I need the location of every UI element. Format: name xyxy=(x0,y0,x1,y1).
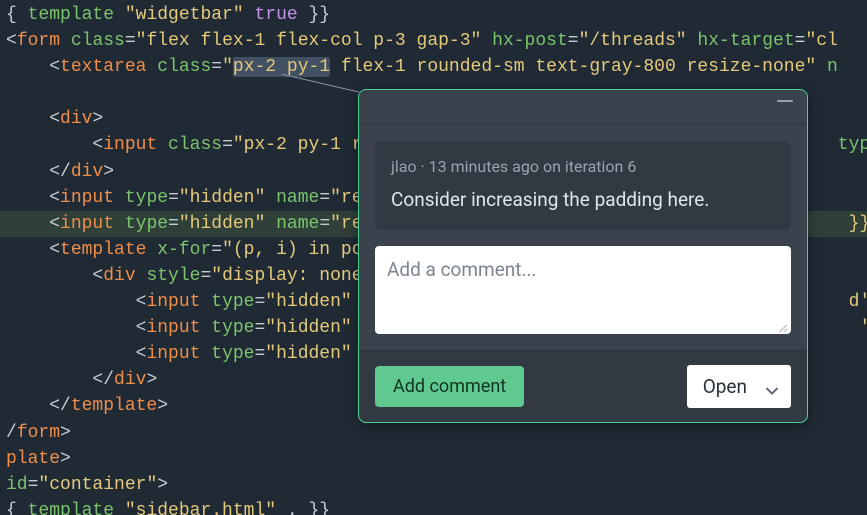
resize-handle-icon[interactable] xyxy=(776,320,788,332)
code-line[interactable]: id="container"> xyxy=(0,472,867,498)
popover-header xyxy=(359,90,807,125)
code-line[interactable]: /form> xyxy=(0,420,867,446)
code-line[interactable]: <textarea class="px-2 py-1 flex-1 rounde… xyxy=(0,54,867,80)
code-line[interactable]: { template "sidebar.html" . }} xyxy=(0,498,867,515)
new-comment-input[interactable]: Add a comment... xyxy=(375,246,791,334)
comment-context: on iteration 6 xyxy=(543,157,636,176)
state-select-label: Open xyxy=(703,375,747,398)
state-select[interactable]: Open xyxy=(687,365,791,409)
new-comment-placeholder: Add a comment... xyxy=(387,258,537,281)
code-line[interactable]: { template "widgetbar" true }} xyxy=(0,2,867,28)
popover-footer: Add comment Open xyxy=(359,350,807,423)
comment-timestamp: 13 minutes ago xyxy=(429,157,539,176)
chevron-down-icon xyxy=(765,378,779,392)
code-line[interactable]: plate> xyxy=(0,446,867,472)
code-line[interactable]: <form class="flex flex-1 flex-col p-3 ga… xyxy=(0,28,867,54)
comment-meta: jlao · 13 minutes ago on iteration 6 xyxy=(391,155,775,178)
comment-author: jlao xyxy=(391,157,417,176)
add-comment-button[interactable]: Add comment xyxy=(375,366,524,407)
comment-body: Consider increasing the padding here. xyxy=(391,186,775,214)
minimize-icon[interactable] xyxy=(777,100,793,102)
inline-comment-popover: jlao · 13 minutes ago on iteration 6 Con… xyxy=(358,89,808,423)
existing-comment: jlao · 13 minutes ago on iteration 6 Con… xyxy=(375,141,791,230)
